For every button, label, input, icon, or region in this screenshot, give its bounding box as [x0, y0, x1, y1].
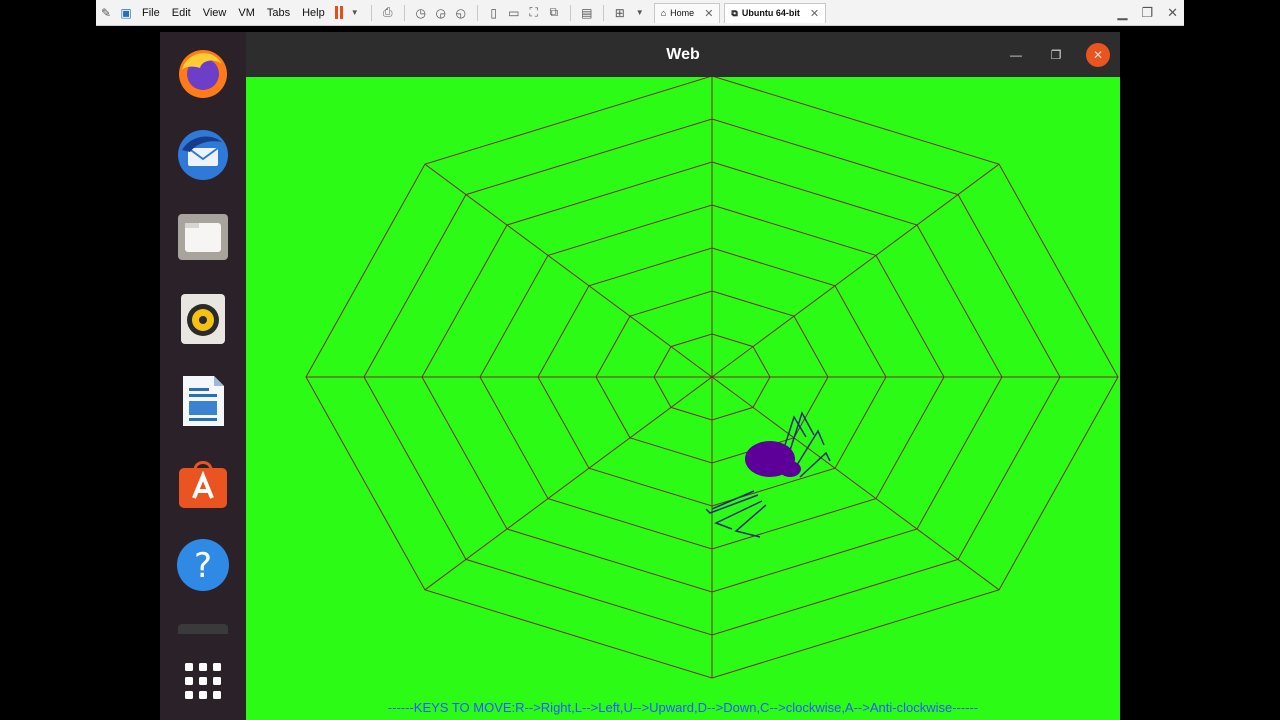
maximize-icon: ❐: [1050, 48, 1062, 62]
ubuntu-software-icon[interactable]: [176, 456, 230, 510]
tab-label: Ubuntu 64-bit: [741, 8, 800, 18]
close-icon: ✕: [1092, 48, 1104, 62]
show-applications-icon[interactable]: [176, 654, 230, 708]
pin-icon[interactable]: ✎: [99, 6, 113, 20]
menu-tabs[interactable]: Tabs: [267, 7, 290, 19]
web-canvas[interactable]: ------KEYS TO MOVE:R-->Right,L-->Left,U-…: [246, 77, 1120, 720]
app-window: Web — ❐ ✕ ------KEYS TO MOVE:R-->Right,L…: [246, 32, 1120, 720]
menu-file[interactable]: File: [142, 7, 160, 19]
window-titlebar[interactable]: Web — ❐ ✕: [246, 32, 1120, 77]
menu-vm[interactable]: VM: [238, 7, 255, 19]
toolbar-separator: [569, 4, 571, 21]
firefox-icon[interactable]: [176, 46, 230, 100]
home-icon: ⌂: [660, 8, 667, 18]
thumbnail-bar-icon[interactable]: ▭: [507, 6, 521, 20]
stretch-guest-icon[interactable]: ⊞: [613, 6, 627, 20]
minimize-icon[interactable]: ▁: [1117, 5, 1127, 21]
sidebar-toggle-icon[interactable]: ▯: [487, 6, 501, 20]
tab-ubuntu[interactable]: ⧉ Ubuntu 64-bit ✕: [724, 2, 827, 23]
close-icon[interactable]: ✕: [704, 7, 713, 20]
menu-view[interactable]: View: [203, 7, 227, 19]
files-icon[interactable]: [176, 210, 230, 264]
instructions-text: ------KEYS TO MOVE:R-->Right,L-->Left,U-…: [387, 700, 979, 715]
menu-help[interactable]: Help: [302, 7, 325, 19]
thunderbird-icon[interactable]: [176, 128, 230, 182]
restore-icon[interactable]: ❐: [1141, 5, 1153, 21]
close-button[interactable]: ✕: [1086, 43, 1110, 67]
close-icon[interactable]: ✕: [810, 7, 819, 20]
vmware-toolbar: ✎ ▣ File Edit View VM Tabs Help ▼ ⎙ ◷ ◶ …: [96, 0, 1184, 26]
toolbar-separator: [602, 4, 604, 21]
svg-text:?: ?: [194, 546, 212, 586]
rhythmbox-icon[interactable]: [176, 292, 230, 346]
window-title: Web: [666, 46, 700, 63]
unity-icon[interactable]: ⧉: [547, 5, 561, 20]
send-ctrl-alt-del-icon[interactable]: ⎙: [381, 5, 395, 20]
console-icon[interactable]: ▤: [580, 6, 594, 20]
help-icon[interactable]: ?: [176, 538, 230, 592]
maximize-button[interactable]: ❐: [1044, 43, 1068, 67]
revert-snapshot-icon[interactable]: ◶: [434, 6, 448, 20]
toolbar-separator: [403, 4, 405, 21]
ubuntu-dock: ?: [160, 32, 246, 720]
vmware-window-controls: ▁ ❐ ✕: [1117, 5, 1178, 21]
tab-label: Home: [670, 8, 695, 18]
snapshot-icon[interactable]: ◷: [414, 6, 428, 20]
full-screen-icon[interactable]: ⛶: [527, 5, 541, 20]
chevron-down-icon[interactable]: ▼: [348, 6, 362, 20]
vmware-logo-icon: ▣: [120, 5, 132, 20]
menu-edit[interactable]: Edit: [172, 7, 191, 19]
vm-icon: ⧉: [731, 7, 738, 18]
toolbar-separator: [370, 4, 372, 21]
toolbar-separator: [476, 4, 478, 21]
trash-icon[interactable]: [176, 620, 230, 634]
spider: [705, 411, 831, 538]
tab-home[interactable]: ⌂ Home ✕: [653, 2, 721, 23]
minimize-button[interactable]: —: [1004, 43, 1028, 67]
close-icon[interactable]: ✕: [1167, 5, 1178, 21]
snapshot-manager-icon[interactable]: ◵: [454, 6, 468, 20]
chevron-down-icon[interactable]: ▼: [633, 6, 647, 20]
libreoffice-writer-icon[interactable]: [176, 374, 230, 428]
pause-icon[interactable]: [334, 6, 343, 19]
minimize-icon: —: [1010, 48, 1022, 62]
